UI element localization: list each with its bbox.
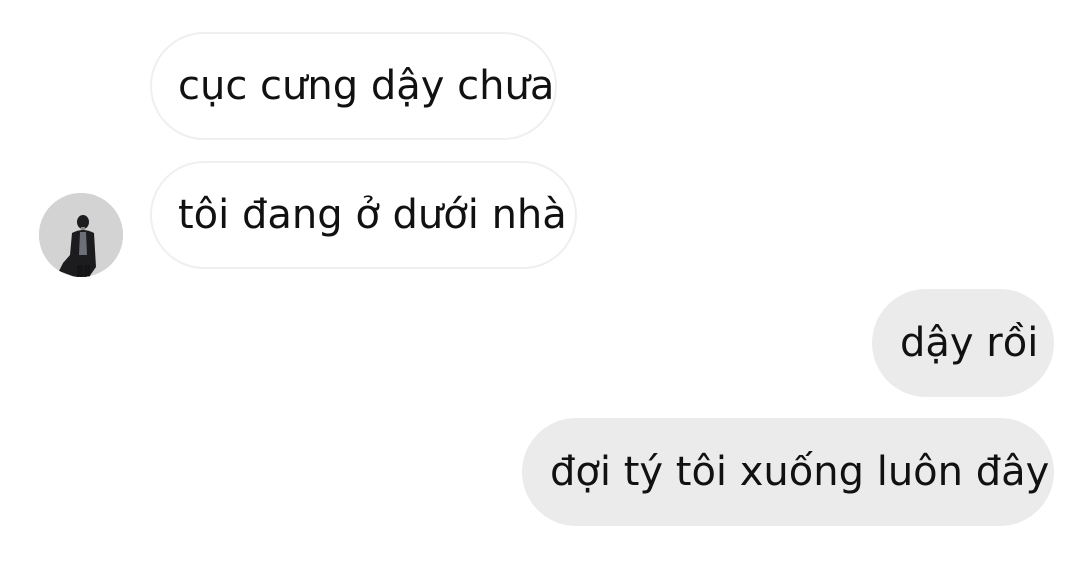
- outgoing-message-bubble[interactable]: đợi tý tôi xuống luôn đây: [522, 418, 1054, 526]
- person-photo-avatar: [39, 193, 123, 277]
- message-text: dậy rồi: [900, 320, 1039, 366]
- outgoing-message-bubble[interactable]: dậy rồi: [872, 289, 1054, 397]
- message-text: đợi tý tôi xuống luôn đây: [550, 449, 1050, 495]
- message-text: cục cưng dậy chưa: [178, 63, 555, 109]
- incoming-message-bubble[interactable]: tôi đang ở dưới nhà: [150, 161, 577, 269]
- incoming-message-bubble[interactable]: cục cưng dậy chưa: [150, 32, 557, 140]
- contact-avatar[interactable]: [39, 193, 123, 277]
- message-text: tôi đang ở dưới nhà: [178, 192, 567, 238]
